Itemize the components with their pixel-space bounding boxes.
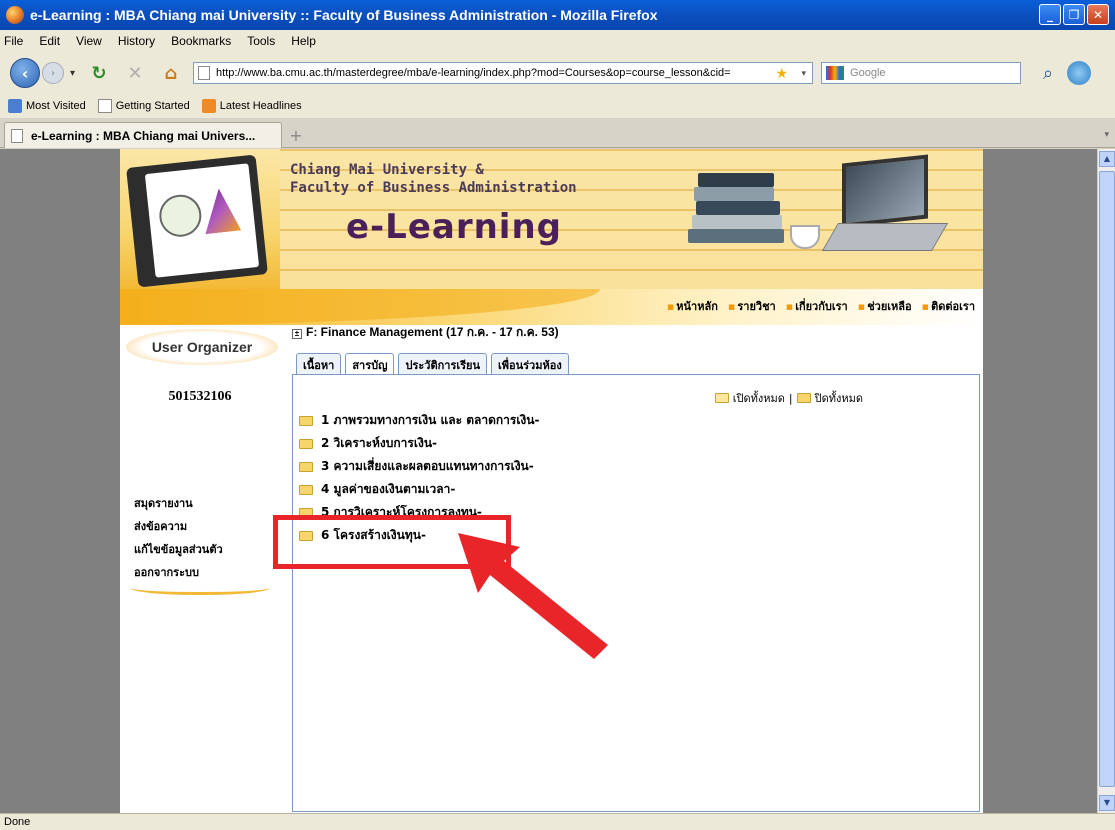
folder-icon [299,484,313,495]
search-bar[interactable]: Google [821,62,1022,84]
new-tab-button[interactable]: + [286,126,306,146]
bookmark-getting-started[interactable]: Getting Started [97,99,190,113]
menu-tools[interactable]: Tools [247,34,275,48]
lesson-item[interactable]: 3 ความเสี่ยงและผลตอบแทนทางการเงิน- [299,455,539,478]
page-viewport: Chiang Mai University & Faculty of Busin… [0,149,1097,813]
minimize-button[interactable]: _ [1039,4,1061,25]
site-banner: Chiang Mai University & Faculty of Busin… [120,149,983,289]
back-button[interactable]: ‹ [10,58,40,88]
sidebar-decoration [130,581,270,595]
expand-all-link[interactable]: เปิดทั้งหมด [733,389,785,407]
folder-icon [299,415,313,426]
binder-illustration [126,154,268,288]
history-dropdown-icon[interactable]: ▾ [70,68,75,79]
search-icon[interactable]: ⌕ [1043,63,1053,84]
user-organizer-heading: User Organizer [126,329,278,365]
browser-tab[interactable]: e-Learning : MBA Chiang mai Univers... [4,122,282,148]
tab-label: e-Learning : MBA Chiang mai Univers... [31,128,256,143]
bookmark-label: Getting Started [115,100,190,112]
sidebar-item-message[interactable]: ส่งข้อความ [134,515,223,538]
tab-list-icon[interactable]: ▾ [1104,130,1109,140]
most-visited-icon [8,99,22,113]
bookmark-latest-headlines[interactable]: Latest Headlines [201,99,302,113]
navigation-toolbar: ‹ › ▾ ↻ ✕ ⌂ http://www.ba.cmu.ac.th/mast… [0,52,1115,94]
menu-bar: File Edit View History Bookmarks Tools H… [0,30,1115,52]
page-icon [198,66,211,80]
stop-icon[interactable]: ✕ [123,61,147,85]
lesson-item[interactable]: 4 มูลค่าของเงินตามเวลา- [299,478,539,501]
lesson-item[interactable]: 2 วิเคราะห์งบการเงิน- [299,432,539,455]
url-dropdown-icon[interactable]: ▾ [802,68,807,79]
folder-icon [299,461,313,472]
tab-bar: e-Learning : MBA Chiang mai Univers... +… [0,118,1115,148]
bookmark-label: Most Visited [26,100,86,112]
menu-help[interactable]: Help [291,34,316,48]
pointer-arrow-icon [458,533,608,659]
nav-courses[interactable]: รายวิชา [728,297,775,315]
menu-history[interactable]: History [118,34,155,48]
lesson-label: 4 มูลค่าของเงินตามเวลา- [321,482,456,496]
nav-help[interactable]: ช่วยเหลือ [858,297,911,315]
nav-contact[interactable]: ติดต่อเรา [922,297,975,315]
vertical-scrollbar[interactable]: ▲ ▼ [1097,149,1115,813]
lesson-label: 1 ภาพรวมทางการเงิน และ ตลาดการเงิน- [321,413,540,427]
menu-file[interactable]: File [4,34,23,48]
search-placeholder: Google [850,67,886,79]
site-title: Chiang Mai University & Faculty of Busin… [290,161,577,197]
laptop-illustration [821,154,949,267]
site-title-line1: Chiang Mai University & [290,162,484,178]
window-title: e-Learning : MBA Chiang mai University :… [30,7,658,23]
lesson-item[interactable]: 1 ภาพรวมทางการเงิน และ ตลาดการเงิน- [299,409,539,432]
addon-icon[interactable] [1067,61,1092,85]
forward-button[interactable]: › [42,62,64,84]
status-bar: Done [0,813,1115,830]
sidebar-menu: สมุดรายงาน ส่งข้อความ แก้ไขข้อมูลส่วนตัว… [134,492,223,584]
scroll-thumb[interactable] [1099,171,1115,787]
course-title: ± F: Finance Management (17 ก.ค. - 17 ก.ค… [292,323,559,342]
folder-icon [299,438,313,449]
url-text: http://www.ba.cmu.ac.th/masterdegree/mba… [216,67,731,79]
bookmarks-toolbar: Most Visited Getting Started Latest Head… [0,94,1115,118]
course-title-text: F: Finance Management (17 ก.ค. - 17 ก.ค.… [306,325,559,339]
books-illustration [688,169,788,259]
site-nav: หน้าหลัก รายวิชา เกี่ยวกับเรา ช่วยเหลือ … [667,297,975,315]
rss-icon [201,99,216,113]
menu-bookmarks[interactable]: Bookmarks [171,34,231,48]
close-button[interactable]: ✕ [1087,4,1109,25]
home-icon[interactable]: ⌂ [159,61,183,85]
menu-edit[interactable]: Edit [39,34,60,48]
webpage: Chiang Mai University & Faculty of Busin… [120,149,983,813]
window-titlebar: e-Learning : MBA Chiang mai University :… [0,0,1115,30]
bookmark-star-icon[interactable]: ★ [775,65,788,82]
maximize-button[interactable]: ❐ [1063,4,1085,25]
user-id: 501532106 [168,389,232,404]
lesson-label: 3 ความเสี่ยงและผลตอบแทนทางการเงิน- [321,459,534,473]
page-icon [11,128,23,143]
window-controls: _ ❐ ✕ [1039,4,1109,25]
site-title-line2: Faculty of Business Administration [290,180,577,196]
expand-icon[interactable]: ± [292,329,302,339]
elearning-logo: e-Learning [346,207,563,247]
bookmark-label: Latest Headlines [219,100,302,112]
firefox-icon [6,6,24,24]
folder-icon [796,393,811,403]
sidebar-item-edit-profile[interactable]: แก้ไขข้อมูลส่วนตัว [134,538,223,561]
course-panel: เปิดทั้งหมด | ปิดทั้งหมด 1 ภาพรวมทางการเ… [292,374,980,812]
menu-view[interactable]: View [76,34,102,48]
folder-open-icon [714,393,729,403]
nav-home[interactable]: หน้าหลัก [667,297,718,315]
lesson-label: 2 วิเคราะห์งบการเงิน- [321,436,438,450]
expand-controls: เปิดทั้งหมด | ปิดทั้งหมด [714,389,863,407]
collapse-all-link[interactable]: ปิดทั้งหมด [815,389,863,407]
page-icon [97,99,112,113]
scroll-down-icon[interactable]: ▼ [1099,795,1115,811]
nav-about[interactable]: เกี่ยวกับเรา [786,297,848,315]
sidebar-item-report[interactable]: สมุดรายงาน [134,492,223,515]
scroll-up-icon[interactable]: ▲ [1099,151,1115,167]
reload-icon[interactable]: ↻ [87,61,111,85]
separator: | [788,391,793,405]
bookmark-most-visited[interactable]: Most Visited [8,99,86,113]
url-bar[interactable]: http://www.ba.cmu.ac.th/masterdegree/mba… [193,62,814,84]
search-engine-icon[interactable] [826,66,845,80]
